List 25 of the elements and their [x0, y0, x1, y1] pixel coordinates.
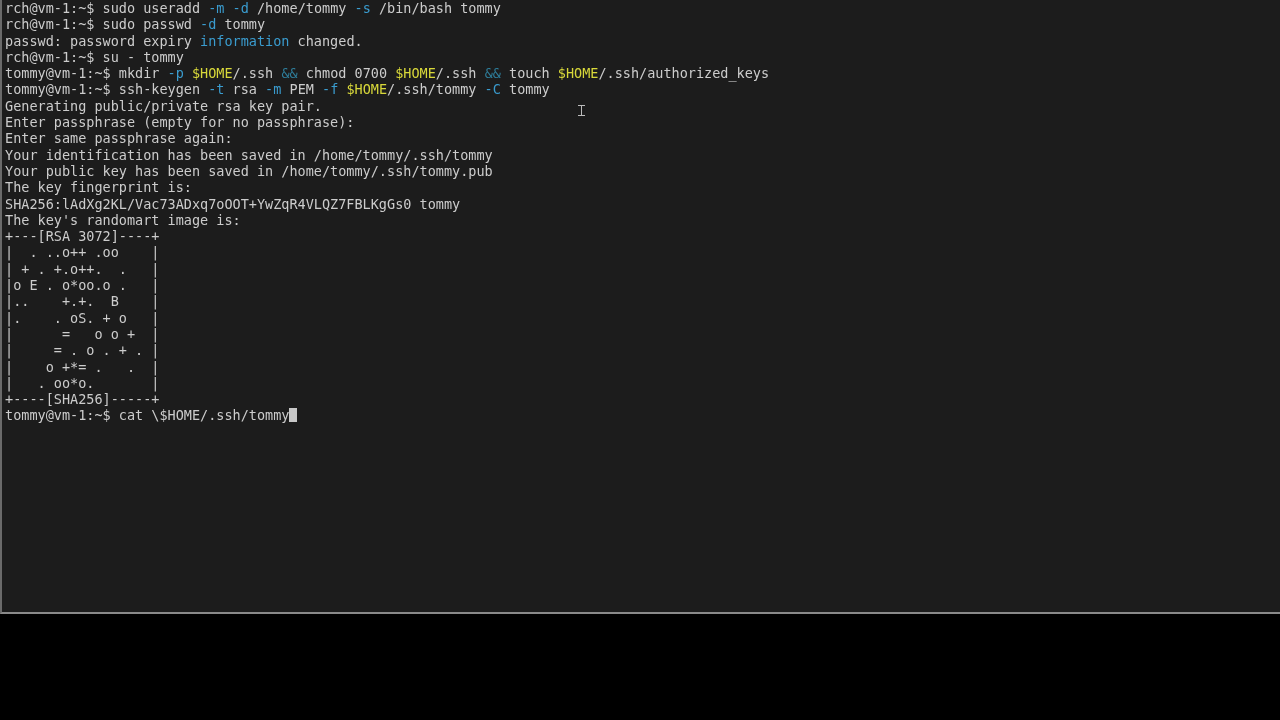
terminal-line: | = . o . + . | [5, 342, 160, 359]
terminal-line: Your public key has been saved in /home/tommy/.ssh/tommy.pub [5, 162, 493, 180]
terminal-line: tommy@vm-1:~$ mkdir -p $HOME/.ssh && chmod 0700 $HOME/.ssh && touch $HOME/.ssh/authorized_keys [5, 65, 770, 82]
terminal-line: SHA256:lAdXg2KL/Vac73ADxq7oOOT+YwZqR4VLQZ7FBLKgGs0 tommy [5, 195, 461, 212]
terminal-line: rch@vm-1:~$ sudo passwd -d tommy [5, 16, 266, 33]
terminal-line: rch@vm-1:~$ su - tommy [5, 48, 184, 66]
terminal-line: The key's randomart image is: [5, 211, 241, 229]
terminal-line: Enter same passphrase again: [5, 130, 233, 147]
text-cursor-icon [578, 105, 585, 116]
terminal-line: Generating public/private rsa key pair. [5, 97, 322, 115]
terminal-line: +---[RSA 3072]----+ [5, 228, 160, 245]
terminal-line: tommy@vm-1:~$ cat \$HOME/.ssh/tommy [5, 407, 298, 424]
terminal-line: | . ..o++ .oo | [5, 244, 160, 261]
terminal-line: The key fingerprint is: [5, 179, 192, 196]
terminal-line: Your identification has been saved in /home/tommy/.ssh/tommy [5, 146, 493, 163]
terminal-line: Enter passphrase (empty for no passphrase): [5, 114, 355, 131]
terminal-line: rch@vm-1:~$ sudo useradd -m -d /home/tommy -s /bin/bash tommy [5, 0, 501, 17]
terminal-line: tommy@vm-1:~$ ssh-keygen -t rsa -m PEM -f $HOME/.ssh/tommy -C tommy [5, 81, 550, 98]
terminal-line: | o +*= . . | [5, 358, 160, 375]
terminal-line: +----[SHA256]-----+ [5, 391, 160, 408]
terminal-line: passwd: password expiry information changed. [5, 32, 363, 49]
terminal-line: |. . oS. + o | [5, 309, 160, 326]
terminal-line: |o E . o*oo.o . | [5, 277, 160, 294]
terminal-line: |.. +.+. B | [5, 293, 160, 310]
terminal-line: | + . +.o++. . | [5, 260, 160, 278]
